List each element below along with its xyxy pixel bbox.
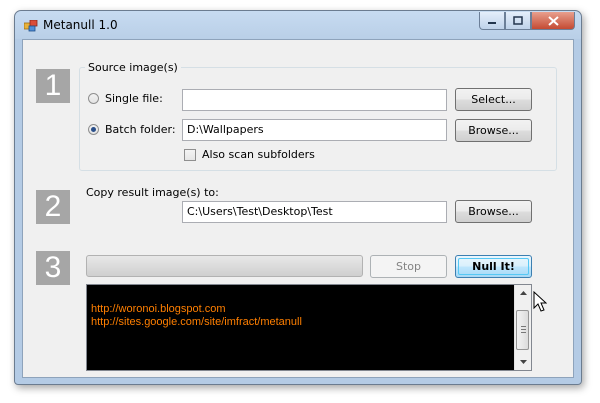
source-group-label: Source image(s): [85, 61, 181, 74]
batch-folder-label: Batch folder:: [105, 123, 176, 136]
scan-subfolders-label: Also scan subfolders: [202, 148, 315, 161]
grip-line: [521, 326, 526, 327]
step-badge-1: 1: [36, 69, 70, 103]
mouse-cursor-icon: [533, 291, 547, 312]
batch-folder-input[interactable]: D:\Wallpapers: [182, 119, 447, 141]
scroll-thumb[interactable]: [516, 310, 529, 350]
batch-folder-radio[interactable]: [88, 124, 99, 135]
browse-destination-button[interactable]: Browse...: [455, 200, 532, 223]
single-file-input[interactable]: [182, 89, 447, 111]
step-badge-2: 2: [36, 190, 70, 224]
caption-buttons: [479, 12, 575, 31]
step-badge-3: 3: [36, 251, 70, 285]
close-icon: [547, 15, 559, 26]
minimize-icon: [488, 21, 496, 24]
close-button[interactable]: [531, 12, 575, 30]
scan-subfolders-checkbox[interactable]: [184, 149, 196, 161]
minimize-button[interactable]: [479, 12, 505, 30]
stop-button[interactable]: Stop: [370, 255, 447, 278]
maximize-button[interactable]: [505, 12, 531, 30]
chevron-down-icon: [519, 360, 527, 364]
title-bar[interactable]: Metanull 1.0: [15, 11, 581, 39]
log-line: http://woronoi.blogspot.com: [91, 303, 226, 315]
window-title: Metanull 1.0: [43, 18, 118, 32]
destination-input[interactable]: C:\Users\Test\Desktop\Test: [182, 201, 447, 223]
null-it-button[interactable]: Null It!: [455, 255, 532, 278]
client-area: 1 2 3 Source image(s) Single file: Selec…: [22, 39, 574, 378]
scroll-up-button[interactable]: [515, 285, 531, 301]
app-icon: [24, 20, 38, 32]
progress-bar: [86, 255, 363, 277]
grip-line: [521, 329, 526, 330]
destination-label: Copy result image(s) to:: [86, 186, 219, 199]
grip-line: [521, 332, 526, 333]
scroll-down-button[interactable]: [515, 354, 531, 370]
single-file-radio[interactable]: [88, 93, 99, 104]
log-line: http://sites.google.com/site/imfract/met…: [91, 316, 302, 328]
log-output[interactable]: http://woronoi.blogspot.com http://sites…: [86, 284, 532, 371]
chevron-up-icon: [519, 291, 527, 295]
maximize-icon: [513, 16, 523, 25]
single-file-label: Single file:: [105, 92, 163, 105]
app-window: Metanull 1.0 1 2 3 Source image(s) Singl…: [14, 10, 582, 385]
log-scrollbar[interactable]: [514, 285, 531, 370]
browse-source-button[interactable]: Browse...: [455, 119, 532, 142]
select-file-button[interactable]: Select...: [455, 88, 532, 111]
